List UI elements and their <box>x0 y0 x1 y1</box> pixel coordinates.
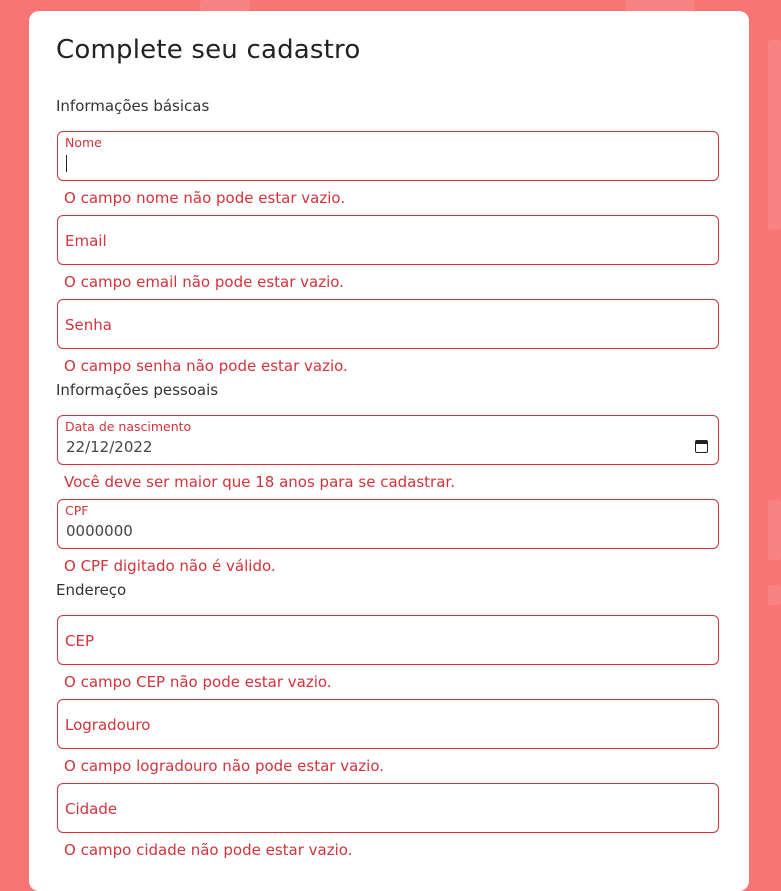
email-label: Email <box>65 232 107 250</box>
name-label: Nome <box>65 135 102 150</box>
name-field[interactable]: Nome <box>57 131 719 181</box>
name-error: O campo nome não pode estar vazio. <box>64 189 346 207</box>
city-label: Cidade <box>65 800 118 818</box>
birthdate-label: Data de nascimento <box>65 419 192 434</box>
cpf-value: 0000000 <box>66 522 133 540</box>
street-label: Logradouro <box>65 716 151 734</box>
password-label: Senha <box>65 316 112 334</box>
cep-field[interactable]: CEP <box>57 615 719 665</box>
street-field[interactable]: Logradouro <box>57 699 719 749</box>
text-caret <box>66 155 67 172</box>
password-field[interactable]: Senha <box>57 299 719 349</box>
password-error: O campo senha não pode estar vazio. <box>64 357 348 375</box>
city-error: O campo cidade não pode estar vazio. <box>64 841 353 859</box>
background-decoration <box>625 0 695 11</box>
cpf-label: CPF <box>65 503 89 518</box>
background-decoration <box>200 0 250 11</box>
birthdate-error: Você deve ser maior que 18 anos para se … <box>64 473 455 491</box>
section-basic-info: Informações básicas <box>56 97 210 115</box>
calendar-icon[interactable] <box>695 440 708 453</box>
background-decoration <box>768 500 781 560</box>
birthdate-field[interactable]: Data de nascimento 22/12/2022 <box>57 415 719 465</box>
background-decoration <box>768 585 781 605</box>
cpf-error: O CPF digitado não é válido. <box>64 557 276 575</box>
page-title: Complete seu cadastro <box>56 35 361 65</box>
background-decoration <box>768 40 781 230</box>
email-error: O campo email não pode estar vazio. <box>64 273 344 291</box>
cep-label: CEP <box>65 632 94 650</box>
email-field[interactable]: Email <box>57 215 719 265</box>
section-address: Endereço <box>56 581 127 599</box>
birthdate-value: 22/12/2022 <box>66 438 153 456</box>
cep-error: O campo CEP não pode estar vazio. <box>64 673 332 691</box>
section-personal-info: Informações pessoais <box>56 381 219 399</box>
cpf-field[interactable]: CPF 0000000 <box>57 499 719 549</box>
signup-card: Complete seu cadastro Informações básica… <box>29 11 749 891</box>
city-field[interactable]: Cidade <box>57 783 719 833</box>
street-error: O campo logradouro não pode estar vazio. <box>64 757 385 775</box>
